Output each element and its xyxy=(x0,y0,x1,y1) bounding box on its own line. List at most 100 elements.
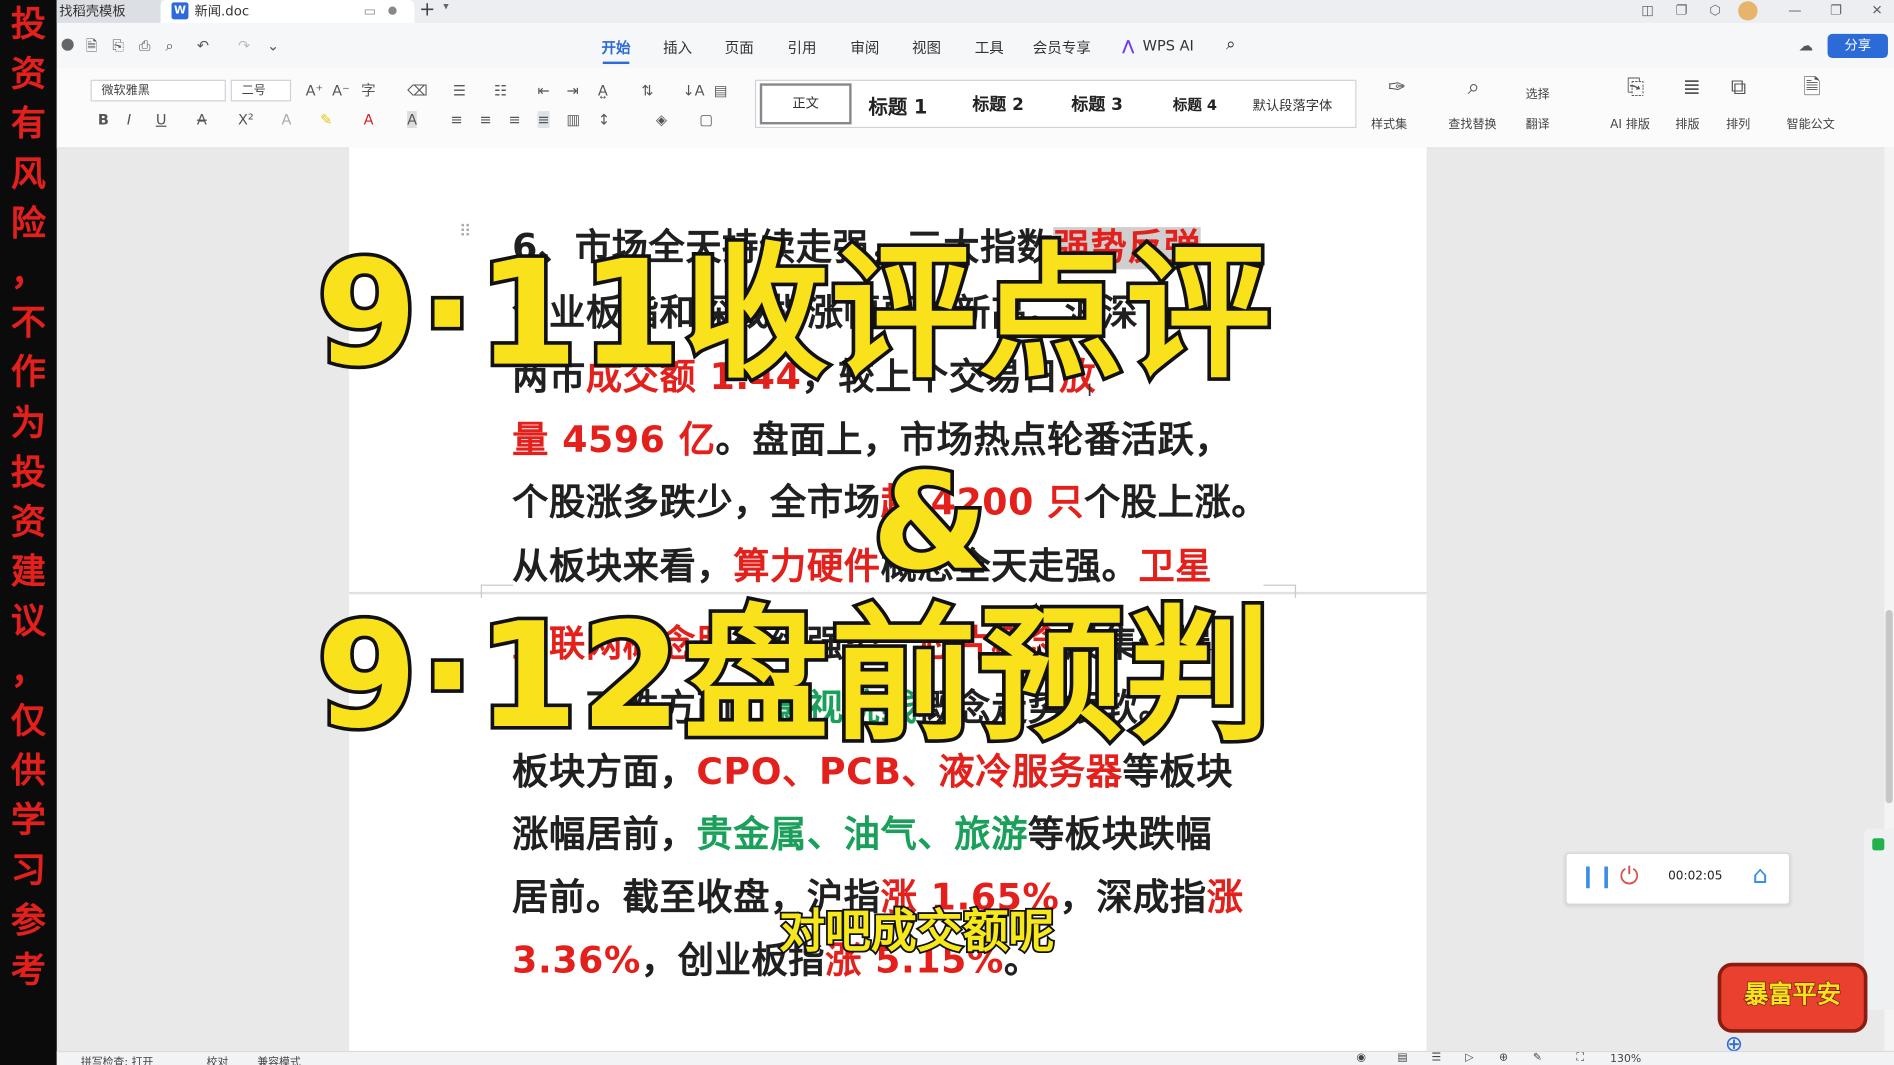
increase-font-icon[interactable]: A⁺ xyxy=(306,82,324,99)
style-heading-4[interactable]: 标题 4 xyxy=(1173,94,1217,115)
close-icon[interactable]: ✕ xyxy=(1869,3,1886,18)
monitor-icon[interactable]: ▭ xyxy=(364,0,377,23)
wps-ai-icon[interactable]: ⋀ xyxy=(1122,37,1134,54)
spell-check-status[interactable]: 拼写检查: 打开 xyxy=(81,1053,153,1065)
power-icon[interactable]: ⏻ xyxy=(1620,861,1639,890)
superscript-icon[interactable]: X² xyxy=(238,111,254,128)
increase-indent-icon[interactable]: ⇥ xyxy=(567,82,579,99)
web-view-icon[interactable]: ⊕ xyxy=(1499,1052,1508,1064)
zoom-level[interactable]: 130% xyxy=(1610,1053,1641,1065)
proofread-status[interactable]: 校对 xyxy=(207,1053,229,1065)
minimize-icon[interactable]: — xyxy=(1786,3,1803,18)
shading-icon[interactable]: ◈ xyxy=(656,111,667,128)
style-set-button[interactable]: 样式集 xyxy=(1371,114,1407,131)
text-direction-icon[interactable]: A͍ xyxy=(598,82,608,99)
ai-layout-button[interactable]: AI 排版 xyxy=(1610,114,1650,131)
show-marks-icon[interactable]: ▤ xyxy=(714,82,728,99)
menu-review[interactable]: 审阅 xyxy=(850,37,879,58)
outline-view-icon[interactable]: ☰ xyxy=(1431,1052,1441,1064)
align-center-icon[interactable]: ≡ xyxy=(480,111,492,128)
home-icon[interactable]: ⌂ xyxy=(1753,860,1768,889)
style-heading-3[interactable]: 标题 3 xyxy=(1071,92,1122,116)
menu-reference[interactable]: 引用 xyxy=(788,37,817,58)
restore-icon[interactable]: ❐ xyxy=(1828,3,1845,18)
video-subtitle: 对吧成交额呢 xyxy=(777,903,1056,960)
style-default-font[interactable]: 默认段落字体 xyxy=(1253,95,1333,114)
borders-icon[interactable]: ▢ xyxy=(699,111,713,128)
avatar[interactable] xyxy=(1738,1,1758,21)
menu-member[interactable]: 会员专享 xyxy=(1033,37,1091,58)
bullets-icon[interactable]: ☰ xyxy=(453,82,466,99)
cube-icon[interactable]: ⬡ xyxy=(1707,3,1724,18)
page-view-icon[interactable]: ▤ xyxy=(1398,1052,1408,1064)
clear-format-icon[interactable]: ⌫ xyxy=(407,82,427,99)
decrease-indent-icon[interactable]: ⇤ xyxy=(538,82,550,99)
style-heading-1[interactable]: 标题 1 xyxy=(868,91,927,120)
align-right-icon[interactable]: ≡ xyxy=(509,111,521,128)
line-spacing-icon[interactable]: ↕ xyxy=(598,111,610,128)
menu-wps-ai[interactable]: WPS AI xyxy=(1143,37,1194,54)
tab-template[interactable]: 找稻壳模板 xyxy=(56,0,161,23)
font-size-select[interactable]: 二号 xyxy=(230,79,292,102)
font-name-select[interactable]: 微软雅黑 xyxy=(90,79,226,102)
smart-doc-icon[interactable]: 🗎 xyxy=(1803,77,1820,99)
menu-tools[interactable]: 工具 xyxy=(975,37,1004,58)
style-heading-2[interactable]: 标题 2 xyxy=(972,92,1023,116)
phonetic-icon[interactable]: 字 xyxy=(361,82,376,99)
layout-icon[interactable]: ≣ xyxy=(1683,77,1701,99)
fit-icon[interactable]: ⛶ xyxy=(1576,1052,1584,1064)
char-shading-icon[interactable]: A xyxy=(407,111,417,129)
screenshot-icon[interactable]: ◫ xyxy=(1639,3,1656,18)
chevron-down-icon[interactable]: ▾ xyxy=(443,1,448,13)
customize-chevron-icon[interactable]: ⌄ xyxy=(267,37,279,54)
highlight-icon[interactable]: ✎ xyxy=(320,111,332,128)
translate-button[interactable]: 翻译 xyxy=(1526,114,1550,131)
select-button[interactable]: 选择 xyxy=(1526,83,1550,101)
style-set-icon[interactable]: ✑ xyxy=(1388,77,1406,99)
search-icon[interactable]: ⌕ xyxy=(1226,35,1235,54)
print-preview-icon[interactable]: ⌕ xyxy=(165,37,173,54)
font-color-icon[interactable]: A xyxy=(364,111,374,128)
menu-insert[interactable]: 插入 xyxy=(663,37,692,58)
print-icon[interactable]: ⎙ xyxy=(139,37,151,54)
tab-document[interactable]: W 新闻.doc ▭ ● xyxy=(160,0,415,23)
scrollbar-thumb[interactable] xyxy=(1885,609,1893,804)
sort-icon[interactable]: ⇅ xyxy=(641,82,653,99)
play-icon[interactable]: ▷ xyxy=(1465,1052,1473,1064)
undo-icon[interactable]: ↶ xyxy=(197,37,209,54)
justify-icon[interactable]: ≡ xyxy=(537,111,550,129)
close-tab-dot-icon[interactable]: ● xyxy=(388,0,397,23)
new-tab-button[interactable]: + xyxy=(419,0,435,21)
layout-button[interactable]: 排版 xyxy=(1675,114,1699,131)
align-left-icon[interactable]: ≡ xyxy=(451,111,463,128)
arrange-button[interactable]: 排列 xyxy=(1726,114,1750,131)
style-normal[interactable]: 正文 xyxy=(759,83,852,125)
smart-doc-button[interactable]: 智能公文 xyxy=(1786,114,1834,131)
arrange-icon[interactable]: ⧉ xyxy=(1731,77,1747,99)
distribute-icon[interactable]: ▥ xyxy=(567,111,581,128)
strikethrough-icon[interactable]: A xyxy=(197,111,207,128)
pen-icon[interactable]: ✎ xyxy=(1533,1052,1542,1064)
text-effect-icon[interactable]: A xyxy=(281,111,291,128)
app-menu-icon[interactable] xyxy=(61,38,74,51)
find-replace-button[interactable]: 查找替换 xyxy=(1448,114,1496,131)
menu-start[interactable]: 开始 xyxy=(602,37,631,58)
underline-icon[interactable]: U xyxy=(156,111,167,128)
sort-az-icon[interactable]: ↓A xyxy=(682,82,704,99)
italic-icon[interactable]: I xyxy=(127,111,131,128)
find-icon[interactable]: ⌕ xyxy=(1468,77,1480,99)
window-icon[interactable]: ❐ xyxy=(1673,3,1690,18)
export-icon[interactable]: ⎘ xyxy=(112,37,124,54)
save-icon[interactable]: 🗎 xyxy=(86,37,98,54)
ai-layout-icon[interactable]: ⎘ xyxy=(1627,77,1644,99)
pause-icon[interactable]: ❙❙ xyxy=(1579,864,1615,889)
eye-icon[interactable]: ◉ xyxy=(1356,1052,1365,1064)
decrease-font-icon[interactable]: A⁻ xyxy=(332,82,350,99)
cloud-sync-icon[interactable]: ☁ xyxy=(1799,37,1813,54)
redo-icon[interactable]: ↷ xyxy=(238,37,250,54)
bold-icon[interactable]: B xyxy=(98,111,109,128)
menu-page[interactable]: 页面 xyxy=(725,37,754,58)
menu-view[interactable]: 视图 xyxy=(912,37,941,58)
numbering-icon[interactable]: ☷ xyxy=(494,82,507,99)
share-button[interactable]: 分享 xyxy=(1827,33,1888,58)
